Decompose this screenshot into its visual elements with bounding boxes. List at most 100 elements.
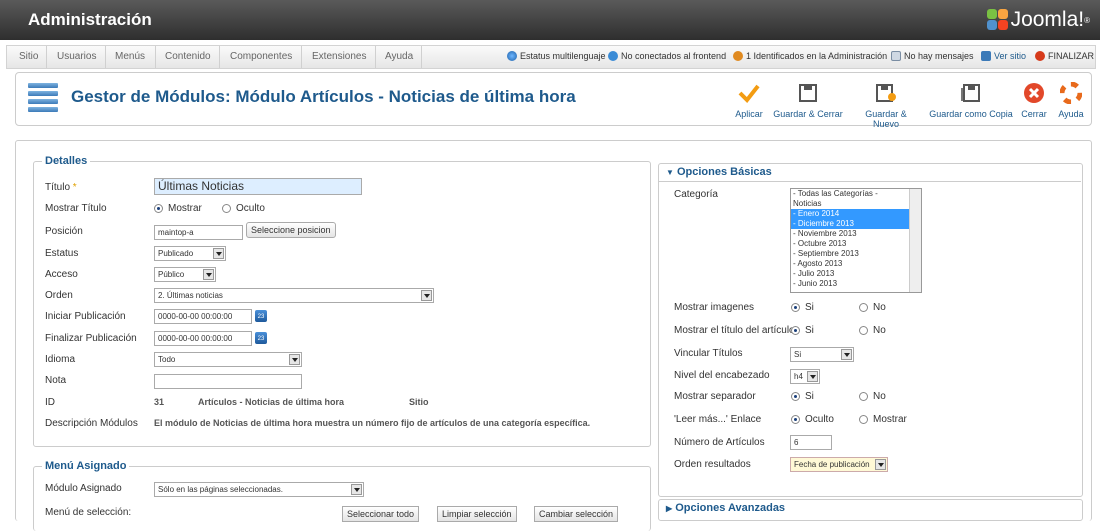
show-title-hide-radio[interactable]: Oculto	[222, 203, 265, 214]
module-manager-icon	[28, 83, 58, 113]
publish-down-input[interactable]: 0000-00-00 00:00:00	[154, 331, 252, 346]
help-button[interactable]: Ayuda	[1056, 81, 1086, 119]
status-label: Estatus	[45, 248, 79, 259]
users-icon	[608, 51, 618, 61]
result-order-select[interactable]: Fecha de publicación	[790, 457, 888, 472]
chevron-down-icon	[213, 248, 224, 259]
separator-yes-radio[interactable]: Si	[791, 391, 814, 402]
read-more-hidden-radio[interactable]: Oculto	[791, 414, 834, 425]
menu-item-contenido[interactable]: Contenido	[165, 51, 211, 62]
article-count-input[interactable]: 6	[790, 435, 832, 450]
title-label: Título *	[45, 182, 77, 193]
show-separator-label: Mostrar separador	[674, 391, 756, 402]
menu-item-usuarios[interactable]: Usuarios	[57, 51, 96, 62]
category-listbox[interactable]: - Todas las Categorías - Noticias - Enero …	[790, 188, 922, 293]
collapse-arrow-icon: ▼	[666, 168, 674, 177]
position-input[interactable]: maintop-a	[154, 225, 243, 240]
language-select[interactable]: Todo	[154, 352, 302, 367]
clear-selection-button[interactable]: Limpiar selección	[437, 506, 517, 522]
view-site-link[interactable]: Ver sitio	[981, 51, 1026, 61]
id-value: 31	[154, 397, 165, 407]
chevron-down-icon	[841, 349, 852, 360]
category-label: Categoría	[674, 189, 718, 200]
menu-item-sitio[interactable]: Sitio	[19, 51, 38, 62]
calendar-icon[interactable]: 23	[255, 332, 267, 344]
joomla-logo-icon	[986, 9, 1009, 31]
admin-header: Administración Joomla! ®	[0, 0, 1100, 40]
order-select[interactable]: 2. Últimas noticias	[154, 288, 434, 303]
show-title-label: Mostrar Título	[45, 203, 107, 214]
advanced-options-header[interactable]: ▶ Opciones Avanzadas	[666, 502, 1086, 517]
scrollbar[interactable]	[909, 189, 921, 292]
category-option[interactable]: - Octubre 2013	[791, 239, 921, 249]
category-option[interactable]: - Junio 2013	[791, 279, 921, 289]
monitor-icon	[981, 51, 991, 61]
chevron-down-icon	[203, 269, 214, 280]
save-close-button[interactable]: Guardar & Cerrar	[773, 81, 843, 119]
logout-link[interactable]: FINALIZAR	[1035, 51, 1094, 61]
messages-status[interactable]: No hay mensajes	[891, 51, 974, 61]
app-title: Administración	[28, 10, 152, 29]
show-images-no-radio[interactable]: No	[859, 302, 886, 313]
read-more-show-radio[interactable]: Mostrar	[859, 414, 907, 425]
module-type: Artículos - Noticias de última hora	[198, 397, 345, 407]
multilanguage-status[interactable]: Estatus multilenguaje	[507, 51, 606, 61]
module-client: Sitio	[409, 397, 429, 407]
title-input[interactable]: Últimas Noticias	[154, 178, 362, 195]
module-assignment-select[interactable]: Sólo en las páginas seleccionadas.	[154, 482, 364, 497]
header-level-select[interactable]: h4	[790, 369, 820, 384]
mail-icon	[891, 51, 901, 61]
show-images-yes-radio[interactable]: Si	[791, 302, 814, 313]
link-titles-label: Vincular Títulos	[674, 348, 743, 359]
access-select[interactable]: Público	[154, 267, 216, 282]
read-more-label: 'Leer más...' Enlace	[674, 414, 762, 425]
close-button[interactable]: Cerrar	[1019, 81, 1049, 119]
category-option[interactable]: - Todas las Categorías -	[791, 189, 921, 199]
power-icon	[1035, 51, 1045, 61]
show-article-title-yes-radio[interactable]: Si	[791, 325, 814, 336]
globe-icon	[507, 51, 517, 61]
link-titles-select[interactable]: Si	[790, 347, 854, 362]
toolbar: Gestor de Módulos: Módulo Artículos - No…	[15, 72, 1092, 129]
menu-item-menus[interactable]: Menús	[115, 51, 145, 62]
category-option[interactable]: - Enero 2014	[791, 209, 921, 219]
select-all-button[interactable]: Seleccionar todo	[342, 506, 420, 522]
show-title-show-radio[interactable]: Mostrar	[154, 203, 202, 214]
publish-up-input[interactable]: 0000-00-00 00:00:00	[154, 309, 252, 324]
save-new-icon	[874, 81, 898, 105]
save-icon	[796, 81, 820, 105]
save-copy-icon	[959, 81, 983, 105]
category-option[interactable]: - Agosto 2013	[791, 259, 921, 269]
chevron-down-icon	[807, 371, 818, 382]
separator-no-radio[interactable]: No	[859, 391, 886, 402]
menu-item-ayuda[interactable]: Ayuda	[385, 51, 413, 62]
chevron-down-icon	[289, 354, 300, 365]
category-option[interactable]: - Septiembre 2013	[791, 249, 921, 259]
status-select[interactable]: Publicado	[154, 246, 226, 261]
basic-options-header[interactable]: ▼ Opciones Básicas	[666, 166, 1086, 181]
menu-item-componentes[interactable]: Componentes	[230, 51, 292, 62]
menu-assignment-legend: Menú Asignado	[45, 460, 127, 472]
category-option[interactable]: Noticias	[791, 199, 921, 209]
note-input[interactable]	[154, 374, 302, 389]
category-option[interactable]: - Noviembre 2013	[791, 229, 921, 239]
language-label: Idioma	[45, 354, 76, 365]
id-label: ID	[45, 397, 55, 408]
required-marker: *	[72, 182, 77, 193]
toggle-selection-button[interactable]: Cambiar selección	[534, 506, 619, 522]
apply-button[interactable]: Aplicar	[731, 81, 767, 119]
position-label: Posición	[45, 226, 83, 237]
note-label: Nota	[45, 375, 67, 386]
main-menu: Sitio Usuarios Menús Contenido Component…	[6, 45, 1096, 69]
category-option[interactable]: - Diciembre 2013	[791, 219, 921, 229]
select-position-button[interactable]: Seleccione posicion	[246, 222, 336, 238]
module-assignment-label: Módulo Asignado	[45, 483, 122, 494]
publish-down-label: Finalizar Publicación	[45, 333, 137, 344]
save-new-button[interactable]: Guardar & Nuevo	[851, 81, 921, 129]
calendar-icon[interactable]: 23	[255, 310, 267, 322]
logo-text: Joomla!	[1010, 8, 1085, 31]
show-article-title-no-radio[interactable]: No	[859, 325, 886, 336]
save-copy-button[interactable]: Guardar como Copia	[929, 81, 1013, 119]
menu-item-extensiones[interactable]: Extensiones	[312, 51, 366, 62]
category-option[interactable]: - Julio 2013	[791, 269, 921, 279]
